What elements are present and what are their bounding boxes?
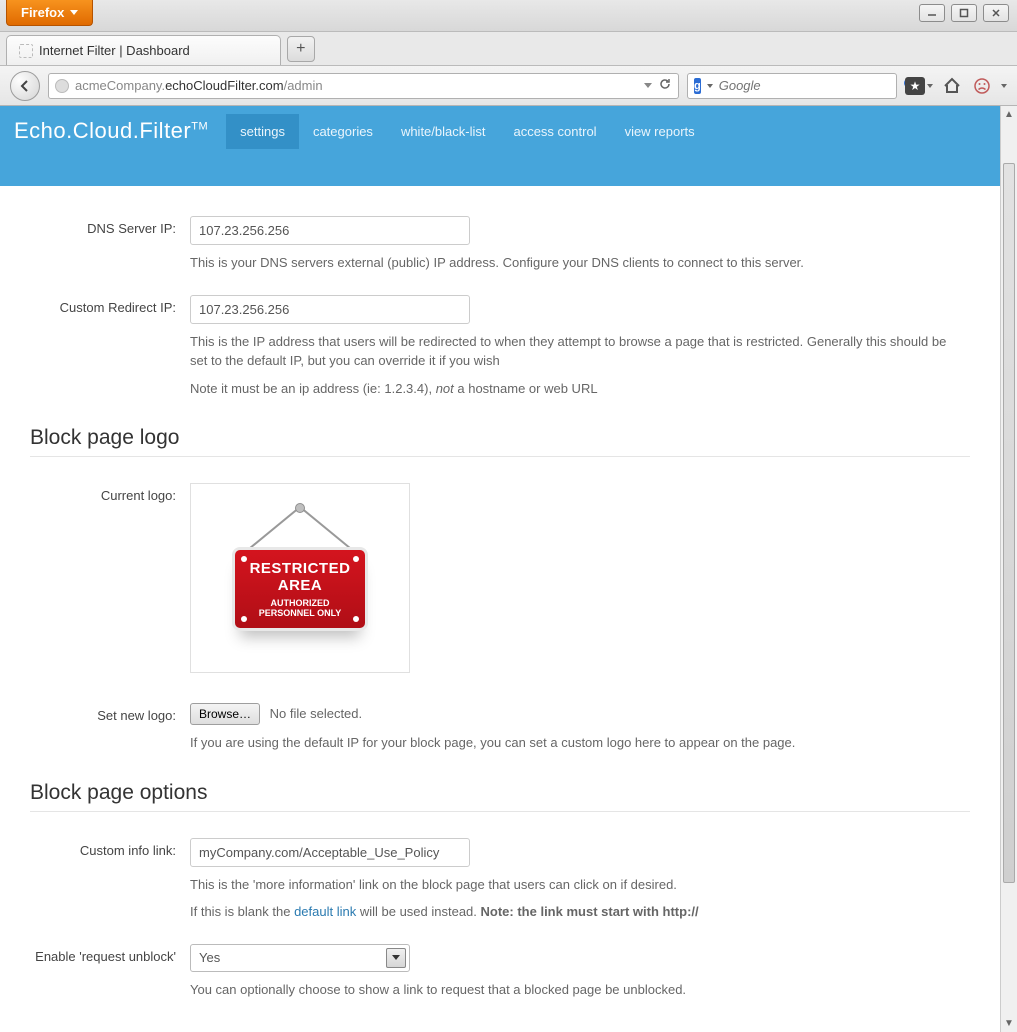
page-content: DNS Server IP: This is your DNS servers …	[0, 186, 1000, 1027]
nav-toolbar: acmeCompany.echoCloudFilter.com/admin g …	[0, 66, 1017, 106]
search-bar[interactable]: g	[687, 73, 897, 99]
url-text: acmeCompany.echoCloudFilter.com/admin	[75, 78, 638, 93]
nav-white-black-list[interactable]: white/black-list	[387, 114, 500, 149]
info-help-1: This is the 'more information' link on t…	[190, 875, 960, 895]
tab-strip: Internet Filter | Dashboard +	[0, 32, 1017, 66]
chevron-down-icon[interactable]	[1001, 84, 1007, 88]
url-bar[interactable]: acmeCompany.echoCloudFilter.com/admin	[48, 73, 679, 99]
custom-info-link-input[interactable]	[190, 838, 470, 867]
minimize-button[interactable]	[919, 4, 945, 22]
firefox-menu-button[interactable]: Firefox	[6, 0, 93, 26]
nav-settings[interactable]: settings	[226, 114, 299, 149]
window-controls	[911, 0, 1017, 26]
set-logo-help: If you are using the default IP for your…	[190, 733, 960, 753]
browser-tab[interactable]: Internet Filter | Dashboard	[6, 35, 281, 65]
vertical-scrollbar[interactable]: ▲ ▼	[1000, 106, 1017, 1032]
brand: Echo.Cloud.FilterTM	[14, 118, 208, 144]
close-button[interactable]	[983, 4, 1009, 22]
new-tab-button[interactable]: +	[287, 36, 315, 62]
app-header: Echo.Cloud.FilterTM settings categories …	[0, 106, 1000, 186]
chevron-down-icon	[386, 948, 406, 968]
current-logo-label: Current logo:	[30, 483, 190, 673]
current-logo-preview: RESTRICTED AREA AUTHORIZED PERSONNEL ONL…	[190, 483, 410, 673]
window-titlebar: Firefox	[0, 0, 1017, 32]
browse-button[interactable]: Browse…	[190, 703, 260, 725]
file-status: No file selected.	[270, 706, 363, 721]
scrollbar-thumb[interactable]	[1003, 163, 1015, 883]
globe-icon	[55, 79, 69, 93]
chevron-down-icon[interactable]	[644, 83, 652, 88]
dns-server-ip-input[interactable]	[190, 216, 470, 245]
search-input[interactable]	[719, 78, 897, 93]
redirect-help-2: Note it must be an ip address (ie: 1.2.3…	[190, 379, 960, 399]
restricted-sign-icon: RESTRICTED AREA AUTHORIZED PERSONNEL ONL…	[232, 547, 368, 631]
enable-request-unblock-label: Enable 'request unblock'	[30, 944, 190, 1000]
custom-info-link-label: Custom info link:	[30, 838, 190, 922]
bookmark-star-icon[interactable]: ★	[905, 77, 925, 95]
maximize-button[interactable]	[951, 4, 977, 22]
nav-view-reports[interactable]: view reports	[611, 114, 709, 149]
reload-button[interactable]	[658, 77, 672, 94]
back-button[interactable]	[10, 71, 40, 101]
scrollbar-track[interactable]	[1001, 123, 1017, 1015]
chevron-down-icon	[70, 10, 78, 15]
default-link[interactable]: default link	[294, 904, 356, 919]
home-icon[interactable]	[941, 75, 963, 97]
scroll-down-button[interactable]: ▼	[1001, 1015, 1017, 1032]
chevron-down-icon[interactable]	[707, 84, 713, 88]
app-nav: settings categories white/black-list acc…	[226, 114, 709, 149]
redirect-help-1: This is the IP address that users will b…	[190, 332, 960, 371]
nav-access-control[interactable]: access control	[499, 114, 610, 149]
dns-server-ip-label: DNS Server IP:	[30, 216, 190, 273]
google-icon: g	[694, 78, 701, 94]
firefox-menu-label: Firefox	[21, 5, 64, 20]
custom-redirect-ip-input[interactable]	[190, 295, 470, 324]
set-new-logo-label: Set new logo:	[30, 703, 190, 753]
custom-redirect-ip-label: Custom Redirect IP:	[30, 295, 190, 399]
chevron-down-icon[interactable]	[927, 84, 933, 88]
page-viewport: Echo.Cloud.FilterTM settings categories …	[0, 106, 1000, 1032]
enable-request-unblock-select[interactable]: Yes	[190, 944, 410, 972]
nav-categories[interactable]: categories	[299, 114, 387, 149]
select-value: Yes	[199, 950, 220, 965]
feedback-icon[interactable]	[971, 75, 993, 97]
scroll-up-button[interactable]: ▲	[1001, 106, 1017, 123]
section-block-page-options: Block page options	[30, 781, 970, 812]
dns-help-text: This is your DNS servers external (publi…	[190, 253, 960, 273]
info-help-2: If this is blank the default link will b…	[190, 902, 960, 922]
pushpin-icon	[295, 503, 305, 513]
favicon-icon	[19, 44, 33, 58]
tab-title: Internet Filter | Dashboard	[39, 43, 190, 58]
unblock-help: You can optionally choose to show a link…	[190, 980, 960, 1000]
section-block-page-logo: Block page logo	[30, 426, 970, 457]
